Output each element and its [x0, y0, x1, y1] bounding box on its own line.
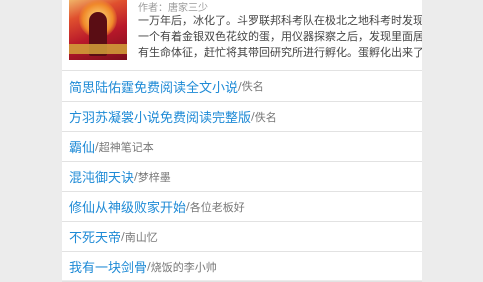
related-book-list: 简思陆佑霆免费阅读全文小说 / 佚名 方羽苏凝裳小说免费阅读完整版 / 佚名 霸仙 / 超神…: [62, 70, 422, 282]
book-title-link[interactable]: 不死天帝: [69, 227, 121, 246]
book-cover-image[interactable]: [69, 0, 127, 60]
book-author-name: 各位老板好: [189, 200, 245, 214]
summary-line: 一万年后，冰化了。斗罗联邦科考队在极北之地科考时发现了: [138, 14, 422, 27]
list-item: 不死天帝 / 南山忆: [62, 222, 422, 252]
list-item: 简思陆佑霆免费阅读全文小说 / 佚名: [62, 70, 422, 102]
book-title-link[interactable]: 修仙从神级败家开始: [69, 197, 186, 216]
content-panel: 作者：唐家三少 一万年后，冰化了。斗罗联邦科考队在极北之地科考时发现了 一个有着…: [62, 0, 422, 282]
book-author: 作者：唐家三少: [138, 3, 208, 14]
summary-line: 有生命体征，赶忙将其带回研究所进行孵化。蛋孵化出来了，: [138, 46, 422, 59]
book-summary: 一万年后，冰化了。斗罗联邦科考队在极北之地科考时发现了 一个有着金银双色花纹的蛋…: [138, 13, 422, 61]
cover-band: [69, 44, 127, 54]
summary-line: 一个有着金银双色花纹的蛋，用仪器探察之后，发现里面居然: [138, 30, 422, 43]
book-author-name: 烧饭的李小帅: [150, 260, 217, 274]
book-author-name: 南山忆: [124, 230, 158, 244]
list-item: 修仙从神级败家开始 / 各位老板好: [62, 192, 422, 222]
book-title-link[interactable]: 混沌御天诀: [69, 167, 134, 186]
book-card[interactable]: 作者：唐家三少 一万年后，冰化了。斗罗联邦科考队在极北之地科考时发现了 一个有着…: [62, 0, 422, 70]
list-item: 混沌御天诀 / 梦梓墨: [62, 162, 422, 192]
book-author-name: 佚名: [241, 80, 264, 93]
book-title-link[interactable]: 方羽苏凝裳小说免费阅读完整版: [69, 107, 251, 126]
book-author-name: 超神笔记本: [98, 140, 154, 154]
book-author-name: 佚名: [254, 110, 277, 124]
book-title-link[interactable]: 简思陆佑霆免费阅读全文小说: [69, 77, 238, 96]
list-item: 我有一块剑骨 / 烧饭的李小帅: [62, 252, 422, 282]
book-author-name: 梦梓墨: [137, 170, 171, 184]
list-item: 霸仙 / 超神笔记本: [62, 132, 422, 162]
book-title-link[interactable]: 我有一块剑骨: [69, 257, 147, 276]
book-title-link[interactable]: 霸仙: [69, 137, 95, 156]
list-item: 方羽苏凝裳小说免费阅读完整版 / 佚名: [62, 102, 422, 132]
